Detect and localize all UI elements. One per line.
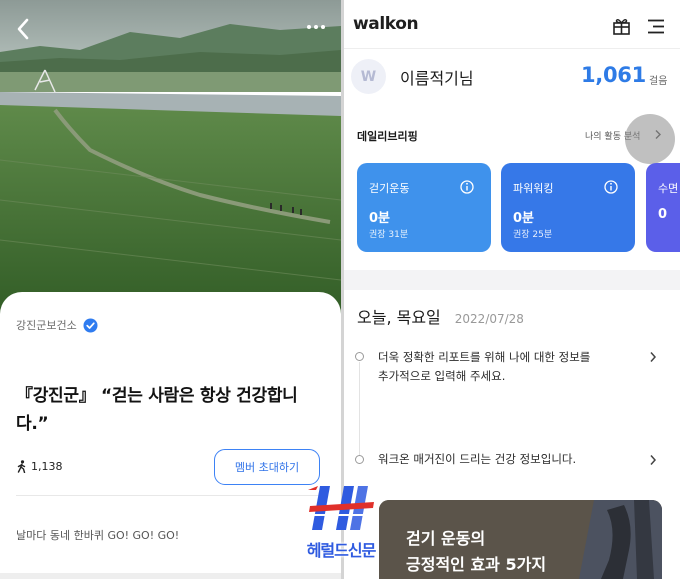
- magazine-card[interactable]: 걷기 운동의 긍정적인 효과 5가지: [379, 500, 662, 579]
- divider: [16, 495, 321, 496]
- activity-label: 파워워킹: [513, 182, 554, 195]
- info-icon[interactable]: [460, 180, 474, 194]
- step-count: 1,061: [581, 63, 646, 87]
- activity-card-sleep[interactable]: 수면 0: [646, 163, 680, 252]
- today-label: 오늘, 목요일: [357, 308, 441, 327]
- member-count: 1,138: [16, 460, 63, 473]
- timeline-dot: [355, 352, 364, 361]
- feed-item-line: 워크온 매거진이 드리는 건강 정보입니다.: [378, 452, 577, 466]
- hamburger-menu-icon[interactable]: [646, 18, 666, 35]
- walking-person-icon: [17, 460, 26, 473]
- activity-label: 걷기운동: [369, 182, 410, 195]
- feed-item-line: 더욱 정확한 리포트를 위해 나에 대한 정보를: [378, 350, 591, 364]
- activity-card-walking[interactable]: 걷기운동 0분 권장 31분: [357, 163, 491, 252]
- verified-badge-icon: [83, 318, 98, 332]
- magazine-title-line: 걷기 운동의: [406, 529, 486, 548]
- publisher-logo-icon: [308, 486, 374, 530]
- activity-goal: 권장 31분: [369, 230, 409, 240]
- info-icon[interactable]: [604, 180, 618, 194]
- activity-value: 0: [658, 207, 668, 222]
- more-dots-icon[interactable]: [305, 18, 327, 36]
- magazine-title: 걷기 운동의 긍정적인 효과 5가지: [406, 526, 546, 578]
- user-name[interactable]: 이름적기님: [400, 65, 474, 89]
- timeline-line: [359, 362, 360, 462]
- activity-value: 0분: [513, 211, 535, 226]
- timeline-dot: [355, 455, 364, 464]
- member-count-value: 1,138: [31, 460, 63, 473]
- avatar[interactable]: W: [351, 59, 386, 94]
- feed-item-profile-info[interactable]: 더욱 정확한 리포트를 위해 나에 대한 정보를 추가적으로 입력해 주세요.: [378, 348, 590, 386]
- publisher-name: 헤럴드신문: [306, 541, 377, 560]
- chevron-right-icon[interactable]: [649, 351, 657, 363]
- app-logo: walkon: [353, 14, 419, 34]
- organization-row[interactable]: 강진군보건소: [16, 317, 98, 333]
- invite-members-button[interactable]: 멤버 초대하기: [214, 449, 320, 485]
- activity-label: 수면: [658, 182, 679, 195]
- bottom-bar: [0, 573, 341, 579]
- daily-briefing-title: 데일리브리핑: [357, 130, 418, 143]
- today-date: 2022/07/28: [454, 312, 524, 326]
- feed-item-line: 추가적으로 입력해 주세요.: [378, 369, 506, 383]
- chevron-right-icon[interactable]: [649, 454, 657, 466]
- step-unit: 걸음: [649, 76, 668, 87]
- post-card: 강진군보건소 『강진군』 “걷는 사람은 항상 건강합니다.” 1,138 멤버…: [0, 292, 341, 579]
- publisher-watermark: 헤럴드신문: [298, 484, 384, 564]
- header-divider: [344, 48, 680, 49]
- today-header: 오늘, 목요일 2022/07/28: [357, 304, 524, 328]
- activity-card-power-walking[interactable]: 파워워킹 0분 권장 25분: [501, 163, 635, 252]
- feed-item-magazine[interactable]: 워크온 매거진이 드리는 건강 정보입니다.: [378, 450, 576, 469]
- landscape-image: [0, 0, 341, 330]
- gift-box-icon[interactable]: [612, 17, 631, 36]
- header-photo: [0, 0, 341, 330]
- chevron-left-icon[interactable]: [10, 14, 36, 44]
- activity-goal: 권장 25분: [513, 230, 553, 240]
- organization-name: 강진군보건소: [16, 319, 77, 332]
- section-separator: [344, 270, 680, 290]
- activity-value: 0분: [369, 211, 391, 226]
- post-headline: 『강진군』 “걷는 사람은 항상 건강합니다.”: [16, 386, 298, 434]
- community-post-screen: 강진군보건소 『강진군』 “걷는 사람은 항상 건강합니다.” 1,138 멤버…: [0, 0, 341, 579]
- touch-indicator: [625, 114, 675, 164]
- magazine-title-line: 긍정적인 효과 5가지: [406, 555, 547, 574]
- walkon-home-screen: walkon W 이름적기님 1,061 걸음 데일리브리핑 나의 활동 분석 …: [344, 0, 680, 579]
- post-slogan: 날마다 동네 한바퀴 GO! GO! GO!: [16, 529, 180, 542]
